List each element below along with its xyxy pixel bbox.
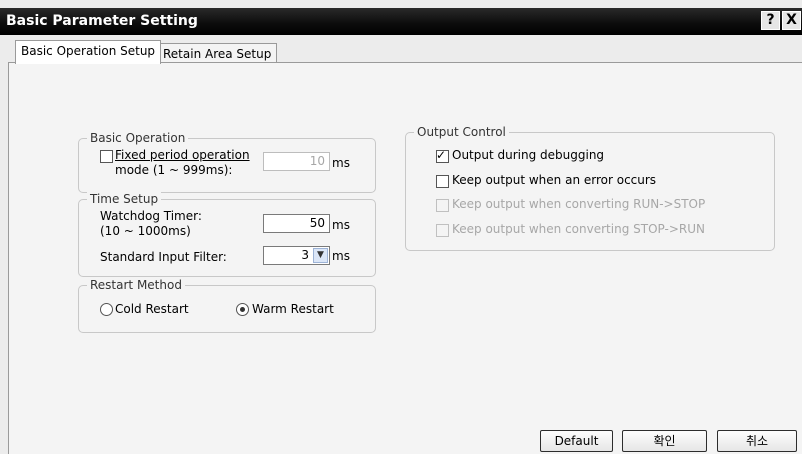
output-debugging-checkmark: ✓ — [436, 148, 447, 162]
tab-panel: Basic Operation Fixed period operation m… — [8, 62, 802, 454]
watchdog-unit: ms — [332, 218, 350, 232]
warm-restart-label: Warm Restart — [252, 302, 334, 316]
watchdog-range-label: (10 ~ 1000ms) — [100, 224, 191, 238]
output-control-group: Output Control ✓ Output during debugging… — [405, 125, 775, 251]
tab-retain-area-setup[interactable]: Retain Area Setup — [157, 43, 278, 64]
dialog-window: Basic Parameter Setting ? X Basic Operat… — [0, 0, 802, 454]
help-icon[interactable]: ? — [761, 11, 780, 30]
output-debugging-checkbox[interactable]: ✓ — [436, 148, 449, 163]
input-filter-value: 3 — [301, 248, 309, 262]
tab-control: Basic Operation Setup Retain Area Setup … — [0, 35, 802, 454]
time-setup-legend: Time Setup — [87, 192, 162, 206]
cancel-button[interactable]: 취소 — [717, 430, 797, 452]
watchdog-label: Watchdog Timer: — [100, 209, 202, 223]
keep-output-stop-run-checkbox[interactable] — [436, 224, 449, 237]
fixed-period-label: Fixed period operation — [115, 148, 250, 162]
default-button[interactable]: Default — [540, 430, 613, 452]
title-bar[interactable]: Basic Parameter Setting ? X — [0, 8, 802, 35]
input-filter-unit: ms — [332, 249, 350, 263]
ok-button[interactable]: 확인 — [622, 430, 707, 452]
warm-restart-radio[interactable] — [236, 303, 249, 316]
output-debugging-label: Output during debugging — [452, 148, 605, 162]
basic-operation-legend: Basic Operation — [87, 131, 189, 145]
chevron-down-icon[interactable]: ▼ — [313, 248, 328, 263]
tab-basic-operation-setup[interactable]: Basic Operation Setup — [15, 40, 162, 64]
window-title: Basic Parameter Setting — [6, 13, 198, 29]
fixed-period-range-label: mode (1 ~ 999ms): — [115, 163, 233, 177]
fixed-period-unit: ms — [332, 156, 350, 170]
input-filter-combo[interactable]: 3 ▼ — [263, 246, 330, 265]
keep-output-error-label: Keep output when an error occurs — [452, 173, 657, 187]
restart-method-group: Restart Method Cold Restart Warm Restart — [78, 278, 376, 333]
watchdog-input[interactable]: 50 — [263, 214, 330, 233]
cold-restart-label: Cold Restart — [115, 302, 189, 316]
fixed-period-input[interactable]: 10 — [263, 152, 330, 171]
restart-method-legend: Restart Method — [87, 278, 185, 292]
keep-output-stop-run-label: Keep output when converting STOP->RUN — [452, 222, 705, 236]
fixed-period-checkbox[interactable] — [100, 150, 113, 163]
output-control-legend: Output Control — [414, 125, 509, 139]
basic-operation-group: Basic Operation Fixed period operation m… — [78, 131, 376, 193]
warm-restart-dot — [240, 307, 245, 312]
time-setup-group: Time Setup Watchdog Timer: (10 ~ 1000ms)… — [78, 192, 376, 277]
close-icon[interactable]: X — [782, 11, 801, 30]
input-filter-label: Standard Input Filter: — [100, 250, 227, 264]
keep-output-run-stop-label: Keep output when converting RUN->STOP — [452, 197, 706, 211]
keep-output-error-checkbox[interactable] — [436, 175, 449, 188]
keep-output-run-stop-checkbox[interactable] — [436, 199, 449, 212]
cold-restart-radio[interactable] — [100, 303, 113, 316]
